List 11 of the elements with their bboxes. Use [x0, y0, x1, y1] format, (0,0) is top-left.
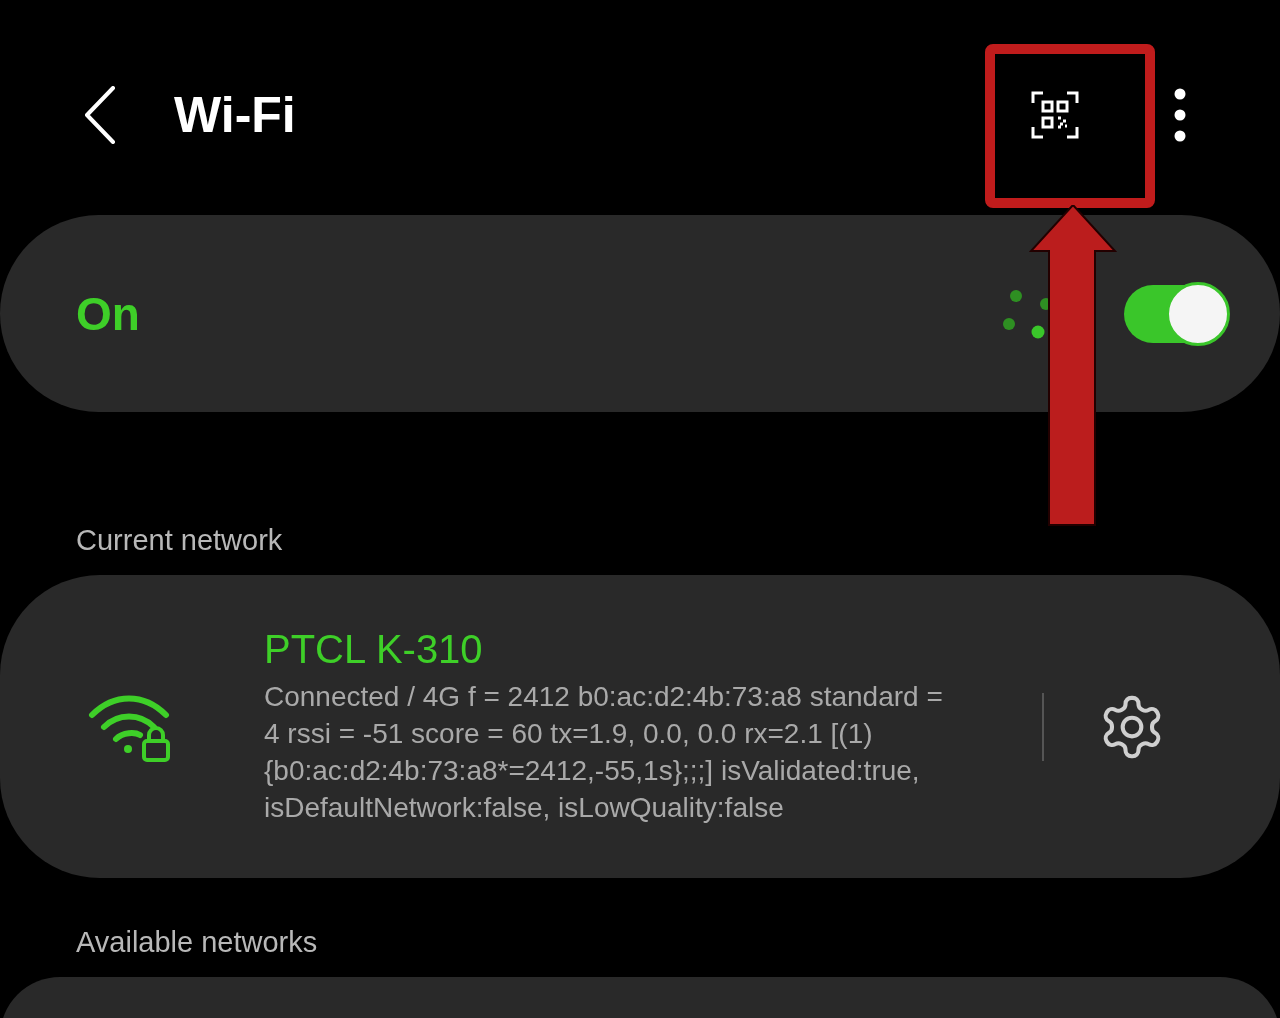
wifi-switch[interactable]: [1124, 281, 1230, 346]
back-chevron-icon: [83, 86, 117, 144]
section-heading: Available networks: [75, 926, 319, 959]
network-name: PTCL K-310: [264, 627, 484, 672]
toggle-label: On: [76, 286, 141, 341]
page-title: Wi-Fi: [174, 86, 297, 144]
qr-code-icon: [1031, 91, 1079, 139]
more-icon: [1174, 88, 1186, 142]
network-details: Connected / 4G f = 2412 b0:ac:d2:4b:73:a8 standard = 4 rssi = -51 score = 60 tx=1.9, 0.0, 0.0 rx=2.1 [(1) {b0:ac:d2:4b:73:a8*=2412,-55,1s};;;] isValidated:true, isDefaultNetwork:false, isLowQuality:false: [264, 680, 944, 825]
current-network-card[interactable]: [0, 575, 1280, 878]
section-heading: Current network: [75, 524, 284, 557]
